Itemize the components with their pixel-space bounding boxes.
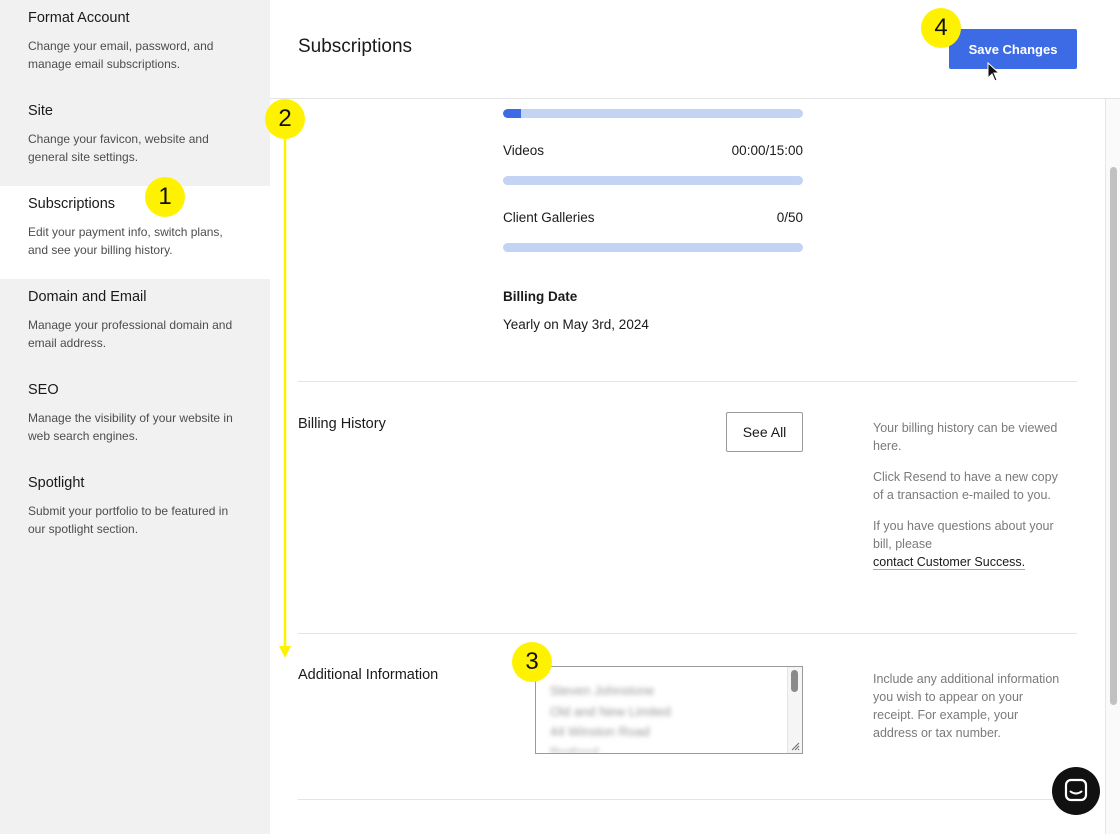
resize-grip-icon[interactable] — [790, 741, 800, 751]
client-galleries-usage-value: 0/50 — [776, 210, 803, 225]
annotation-callout-2: 2 — [265, 99, 305, 139]
sidebar-item-description: Submit your portfolio to be featured in … — [28, 504, 229, 536]
page-scroll-thumb[interactable] — [1110, 167, 1117, 705]
sidebar-item-description: Change your favicon, website and general… — [28, 132, 209, 164]
sidebar-item-description: Change your email, password, and manage … — [28, 39, 214, 71]
annotation-scroll-arrow — [279, 138, 291, 658]
mouse-pointer-icon — [987, 62, 1001, 82]
sidebar-item-title: Spotlight — [28, 475, 85, 491]
client-galleries-progress-bar — [503, 243, 803, 252]
help-text-line: If you have questions about your bill, p… — [873, 519, 1054, 551]
sidebar-item-description: Manage your professional domain and emai… — [28, 318, 233, 350]
usage-progress-bar — [503, 109, 803, 118]
sidebar-item-title: Site — [28, 103, 53, 119]
sidebar-item-site[interactable]: Site Change your favicon, website and ge… — [0, 93, 270, 186]
additional-information-help: Include any additional information you w… — [873, 672, 1060, 740]
section-divider — [298, 633, 1077, 634]
sidebar-item-spotlight[interactable]: Spotlight Submit your portfolio to be fe… — [0, 465, 270, 558]
help-text: Your billing history can be viewed here. — [873, 421, 1058, 453]
page-scrollbar[interactable] — [1105, 99, 1120, 834]
billing-history-label: Billing History — [298, 416, 386, 432]
additional-information-label: Additional Information — [298, 667, 439, 683]
annotation-callout-4: 4 — [921, 8, 961, 48]
page-title: Subscriptions — [298, 36, 413, 57]
section-divider — [298, 799, 1077, 800]
save-changes-button[interactable]: Save Changes — [949, 29, 1077, 69]
help-text: Click Resend to have a new copy of a tra… — [873, 470, 1058, 502]
chat-icon — [1064, 778, 1088, 802]
usage-progress-fill — [503, 109, 521, 118]
sidebar-item-title: Subscriptions — [28, 196, 116, 212]
sidebar-item-title: Format Account — [28, 10, 130, 26]
sidebar-item-domain-and-email[interactable]: Domain and Email Manage your professiona… — [0, 279, 270, 372]
settings-sidebar: Format Account Change your email, passwo… — [0, 0, 270, 834]
billing-date-value: Yearly on May 3rd, 2024 — [503, 317, 649, 332]
billing-date-heading: Billing Date — [503, 289, 578, 304]
client-galleries-label: Client Galleries — [503, 210, 595, 225]
videos-progress-bar — [503, 176, 803, 185]
textarea-scroll-thumb[interactable] — [791, 670, 798, 692]
additional-information-field[interactable] — [535, 666, 803, 754]
billing-history-help: Your billing history can be viewed here.… — [873, 419, 1063, 571]
see-all-button[interactable]: See All — [726, 412, 803, 452]
sidebar-item-seo[interactable]: SEO Manage the visibility of your websit… — [0, 372, 270, 465]
sidebar-item-description: Manage the visibility of your website in… — [28, 411, 233, 443]
videos-usage-value: 00:00/15:00 — [731, 143, 803, 158]
chat-launcher-button[interactable] — [1052, 767, 1100, 815]
annotation-callout-1: 1 — [145, 177, 185, 217]
additional-information-textarea[interactable] — [536, 667, 802, 753]
page-header: Subscriptions Save Changes — [270, 0, 1120, 99]
contact-customer-success-link[interactable]: contact Customer Success. — [873, 555, 1026, 570]
sidebar-item-title: Domain and Email — [28, 289, 147, 305]
sidebar-item-description: Edit your payment info, switch plans, an… — [28, 225, 223, 257]
help-text: If you have questions about your bill, p… — [873, 517, 1063, 571]
sidebar-item-title: SEO — [28, 382, 59, 398]
section-divider — [298, 381, 1077, 382]
videos-label: Videos — [503, 143, 545, 158]
sidebar-item-format-account[interactable]: Format Account Change your email, passwo… — [0, 0, 270, 93]
sidebar-item-subscriptions[interactable]: Subscriptions Edit your payment info, sw… — [0, 186, 270, 279]
annotation-callout-3: 3 — [512, 642, 552, 682]
